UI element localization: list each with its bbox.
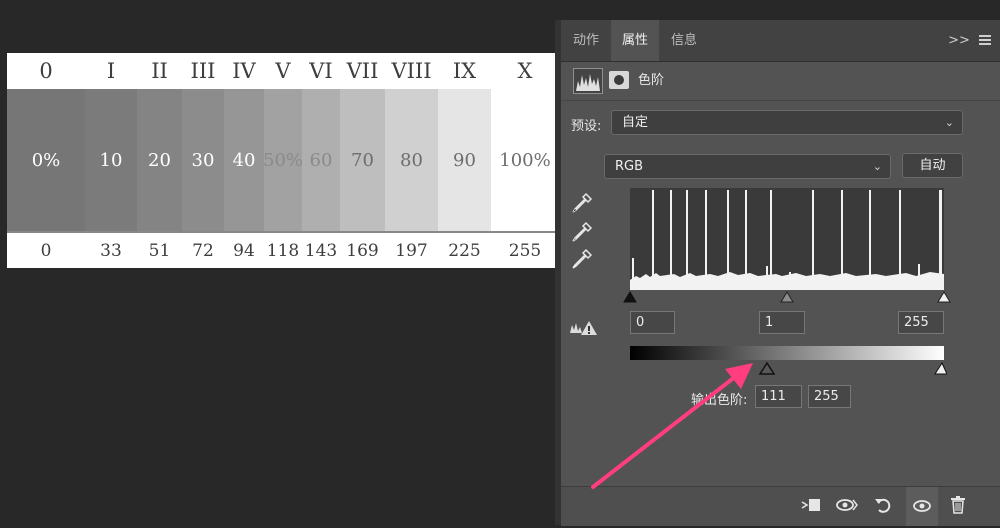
value-label: 169 [346,241,379,261]
layer-mask-icon[interactable] [609,71,629,89]
white-point-eyedropper-icon[interactable] [571,248,593,270]
toggle-visibility-icon[interactable] [906,487,938,526]
collapse-panel-icon[interactable]: >> [947,20,971,61]
value-label: 72 [192,241,214,261]
gray-swatch: 0% [7,89,85,231]
roman-label: I [106,59,116,83]
gray-swatch: 90 [438,89,491,231]
gray-swatch: 20 [137,89,182,231]
roman-label: IX [452,59,477,83]
input-white-field[interactable]: 255 [898,311,944,334]
roman-label: X [517,59,533,83]
reset-icon[interactable] [872,496,894,516]
adjustment-title: 色阶 [638,73,665,88]
roman-label: V [275,59,291,83]
percent-label: 70 [351,149,374,171]
delete-icon[interactable] [947,496,969,516]
preset-label: 预设: [571,119,602,134]
preset-select[interactable]: 自定 ⌄ [611,110,963,135]
histogram-graph [630,190,944,290]
percent-label: 80 [400,149,423,171]
roman-label: 0 [39,59,53,83]
panel-menu-icon[interactable] [975,33,995,49]
gray-swatch: 100% [491,89,559,231]
roman-label: VI [309,59,333,83]
gray-swatch: 70 [340,89,385,231]
roman-numeral-row: 0 I II III IV V VI VII VIII IX X [7,53,559,89]
percent-label: 100% [499,149,551,171]
input-white-slider[interactable] [937,291,951,303]
output-white-slider[interactable] [934,361,947,375]
view-previous-state-icon[interactable] [835,496,858,516]
percent-label: 90 [453,149,476,171]
annotation-arrow [591,363,753,489]
channel-select[interactable]: RGB ⌄ [604,154,891,179]
channel-value: RGB [615,159,644,174]
tab-actions[interactable]: 动作 [561,20,611,61]
percent-label: 60 [309,149,333,171]
output-slider-track[interactable] [757,361,947,377]
percent-label: 10 [99,149,123,171]
clipping-warning-icon[interactable] [569,319,599,337]
value-label: 94 [233,241,255,261]
clip-to-layer-icon[interactable] [800,496,822,516]
value-label: 51 [148,241,171,261]
auto-button[interactable]: 自动 [902,153,963,178]
percent-label: 20 [148,149,171,171]
value-label: 0 [40,241,52,261]
output-white-field[interactable]: 255 [808,385,851,408]
input-black-field[interactable]: 0 [630,311,675,334]
percent-label: 0% [31,149,61,171]
roman-label: VII [346,59,379,83]
value-label: 197 [395,241,428,261]
input-slider-track[interactable] [622,290,952,304]
gray-swatch: 50% [263,89,304,231]
value-label: 118 [266,241,300,261]
value-label: 225 [448,241,481,261]
chevron-down-icon: ⌄ [944,116,954,129]
properties-header: 色阶 [561,62,1000,101]
percent-label: 40 [232,149,256,171]
gray-swatch: 40 [224,89,264,231]
input-gamma-field[interactable]: 1 [759,311,805,334]
histogram [630,188,944,290]
black-point-eyedropper-icon[interactable] [571,192,593,214]
gray-value-row: 0 33 51 72 94 118 143 169 197 225 255 [7,233,559,268]
preset-value: 自定 [622,115,649,130]
chevron-down-icon: ⌄ [872,160,882,173]
value-label: 33 [100,241,122,261]
input-black-slider[interactable] [623,291,637,303]
tab-info[interactable]: 信息 [659,20,709,61]
roman-label: III [190,59,216,83]
roman-label: II [151,59,168,83]
tab-properties[interactable]: 属性 [611,20,659,61]
gray-swatch-row: 0% 10 20 30 40 50% 60 70 80 90 100% [7,89,559,233]
gray-swatch: 30 [182,89,224,231]
percent-label: 50% [263,149,304,171]
input-gamma-slider[interactable] [780,291,794,303]
value-label: 255 [508,241,542,261]
levels-adjustment-icon[interactable] [573,68,603,94]
gray-point-eyedropper-icon[interactable] [571,221,593,243]
roman-label: VIII [391,59,432,83]
gray-swatch: 80 [385,89,438,231]
canvas-top-strip [0,0,1000,20]
roman-label: IV [232,59,256,83]
gray-swatch: 10 [85,89,137,231]
gray-swatch: 60 [302,89,340,231]
value-label: 143 [304,241,338,261]
panel-tab-bar: 动作 属性 信息 >> [561,20,1000,62]
gray-level-chart: 0 I II III IV V VI VII VIII IX X 0% 10 20 30 40 50% 60 70… [7,53,559,268]
percent-label: 30 [191,149,215,171]
